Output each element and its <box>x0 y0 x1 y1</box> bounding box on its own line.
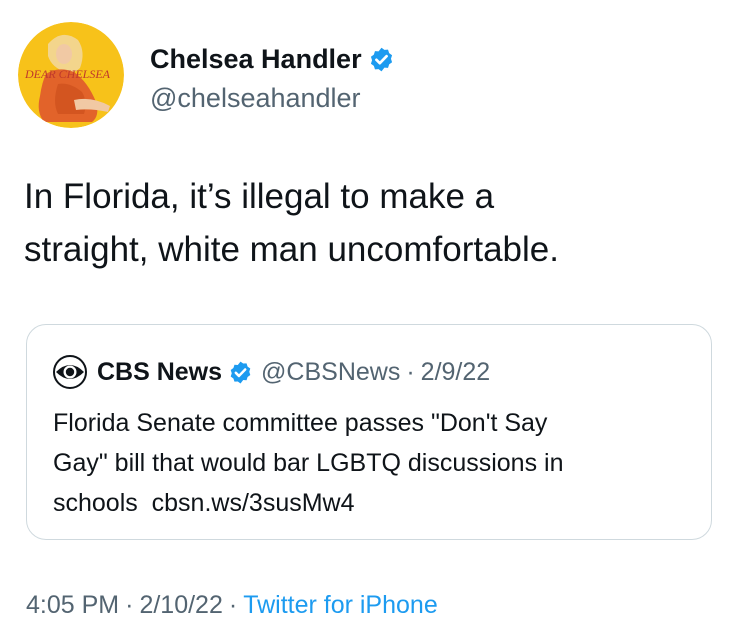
tweet-text-line: straight, white man uncomfortable. <box>24 230 559 269</box>
separator-dot: · <box>406 358 415 386</box>
tweet-card: DEAR CHELSEA Chelsea Handler @chelseahan… <box>0 0 738 635</box>
separator-dot: · <box>228 591 238 619</box>
cbs-eye-logo-icon <box>53 355 87 389</box>
quoted-tweet-text-line: schools cbsn.ws/3susMw4 <box>53 489 355 517</box>
author-name-row[interactable]: Chelsea Handler <box>150 43 395 75</box>
tweet-text: In Florida, it’s illegal to make a strai… <box>24 170 724 276</box>
tweet-time[interactable]: 4:05 PM <box>26 591 119 619</box>
separator-dot: · <box>125 591 134 619</box>
verified-badge-icon <box>370 47 392 71</box>
quoted-tweet[interactable]: CBS News @CBSNews · 2/9/22 Florida Senat… <box>26 324 712 540</box>
author-handle[interactable]: @chelseahandler <box>150 82 361 114</box>
tweet-meta: 4:05 PM · 2/10/22 · Twitter for iPhone <box>26 590 438 620</box>
tweet-text-line: In Florida, it’s illegal to make a <box>24 177 495 216</box>
avatar-image: DEAR CHELSEA <box>18 22 124 128</box>
avatar-logo-text: DEAR CHELSEA <box>24 67 111 81</box>
quoted-tweet-text: Florida Senate committee passes "Don't S… <box>53 403 693 523</box>
quoted-tweet-text-line: Florida Senate committee passes "Don't S… <box>53 409 548 437</box>
quoted-tweet-header: CBS News @CBSNews · 2/9/22 <box>53 355 490 389</box>
avatar[interactable]: DEAR CHELSEA <box>18 22 124 128</box>
tweet-date[interactable]: 2/10/22 <box>139 591 222 619</box>
tweet-source-link[interactable]: Twitter for iPhone <box>243 591 438 619</box>
quoted-author-handle[interactable]: @CBSNews <box>261 357 400 387</box>
quoted-tweet-text-line: Gay" bill that would bar LGBTQ discussio… <box>53 449 564 477</box>
author-name[interactable]: Chelsea Handler <box>150 43 362 75</box>
verified-badge-icon <box>230 361 251 383</box>
quoted-tweet-date[interactable]: 2/9/22 <box>421 357 491 387</box>
quoted-author-name[interactable]: CBS News <box>97 357 222 387</box>
